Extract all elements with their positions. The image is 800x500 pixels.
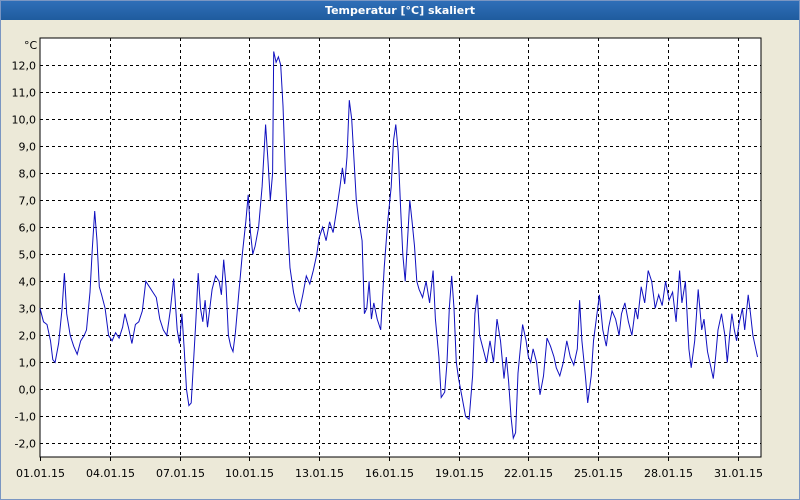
y-axis-unit-label: °C [24, 39, 38, 52]
plot-area [39, 37, 762, 458]
y-tick-label: 11,0 [12, 87, 37, 100]
x-tick-label: 13.01.15 [295, 467, 344, 480]
y-tick-label: 6,0 [19, 222, 37, 235]
y-tick-label: 7,0 [19, 195, 37, 208]
y-tick-label: -2,0 [15, 438, 36, 451]
y-tick-label: 2,0 [19, 330, 37, 343]
y-tick-label: 1,0 [19, 357, 37, 370]
x-tick-label: 04.01.15 [86, 467, 135, 480]
x-tick-label: 28.01.15 [644, 467, 693, 480]
y-tick-label: 3,0 [19, 303, 37, 316]
x-tick-label: 31.01.15 [714, 467, 763, 480]
x-tick-label: 01.01.15 [16, 467, 65, 480]
x-tick-label: 10.01.15 [225, 467, 274, 480]
y-tick-label: 9,0 [19, 141, 37, 154]
x-tick-label: 22.01.15 [504, 467, 553, 480]
y-tick-label: 5,0 [19, 249, 37, 262]
y-tick-label: 8,0 [19, 168, 37, 181]
x-tick-label: 07.01.15 [156, 467, 205, 480]
y-tick-label: -1,0 [15, 411, 36, 424]
y-tick-label: 12,0 [12, 60, 37, 73]
y-tick-label: 4,0 [19, 276, 37, 289]
x-tick-label: 19.01.15 [435, 467, 484, 480]
temperature-chart: -2,0 -1,0 0,0 1,0 2,0 3,0 4,0 5,0 6,0 7,0 8,0 9,0 10… [12, 37, 763, 480]
x-tick-label: 16.01.15 [365, 467, 414, 480]
y-tick-label: 10,0 [12, 114, 37, 127]
x-tick-label: 25.01.15 [574, 467, 623, 480]
y-tick-label: 0,0 [19, 384, 37, 397]
